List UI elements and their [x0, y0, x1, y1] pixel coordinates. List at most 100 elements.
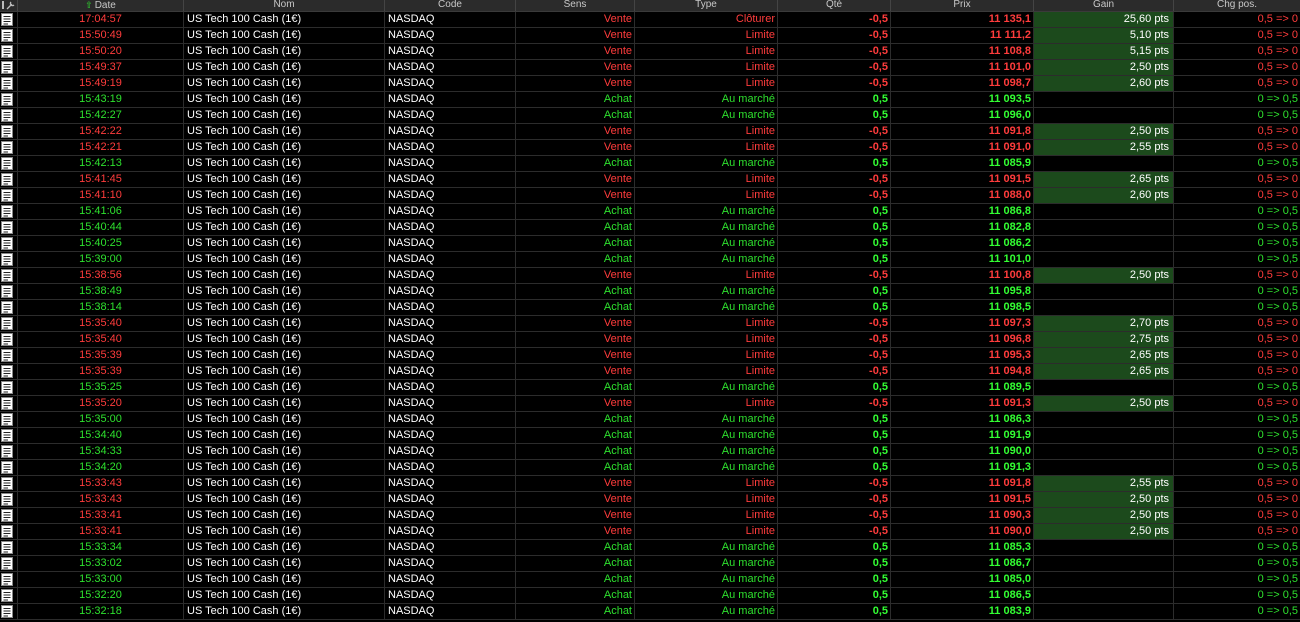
document-icon[interactable]: [1, 461, 13, 474]
table-row[interactable]: 15:35:39 US Tech 100 Cash (1€) NASDAQ Vente…: [0, 348, 1300, 364]
col-header-code[interactable]: Code: [385, 0, 516, 11]
document-icon[interactable]: [1, 381, 13, 394]
document-icon[interactable]: [1, 109, 13, 122]
table-row[interactable]: 15:38:14 US Tech 100 Cash (1€) NASDAQ Achat…: [0, 300, 1300, 316]
table-row[interactable]: 15:38:49 US Tech 100 Cash (1€) NASDAQ Achat…: [0, 284, 1300, 300]
document-icon[interactable]: [1, 605, 13, 618]
order-detail-icon-cell[interactable]: [0, 476, 18, 491]
table-row[interactable]: 15:40:44 US Tech 100 Cash (1€) NASDAQ Achat…: [0, 220, 1300, 236]
column-settings-header[interactable]: [0, 0, 18, 11]
document-icon[interactable]: [1, 557, 13, 570]
order-detail-icon-cell[interactable]: [0, 76, 18, 91]
order-detail-icon-cell[interactable]: [0, 572, 18, 587]
document-icon[interactable]: [1, 237, 13, 250]
table-row[interactable]: 15:41:45 US Tech 100 Cash (1€) NASDAQ Vente…: [0, 172, 1300, 188]
order-detail-icon-cell[interactable]: [0, 604, 18, 619]
document-icon[interactable]: [1, 269, 13, 282]
table-row[interactable]: 15:33:34 US Tech 100 Cash (1€) NASDAQ Achat…: [0, 540, 1300, 556]
table-row[interactable]: 15:33:41 US Tech 100 Cash (1€) NASDAQ Vente…: [0, 508, 1300, 524]
table-row[interactable]: 15:34:40 US Tech 100 Cash (1€) NASDAQ Achat…: [0, 428, 1300, 444]
order-detail-icon-cell[interactable]: [0, 508, 18, 523]
order-detail-icon-cell[interactable]: [0, 236, 18, 251]
order-detail-icon-cell[interactable]: [0, 588, 18, 603]
order-detail-icon-cell[interactable]: [0, 108, 18, 123]
col-header-sens[interactable]: Sens: [516, 0, 635, 11]
order-detail-icon-cell[interactable]: [0, 332, 18, 347]
table-row[interactable]: 15:35:20 US Tech 100 Cash (1€) NASDAQ Vente…: [0, 396, 1300, 412]
document-icon[interactable]: [1, 541, 13, 554]
document-icon[interactable]: [1, 525, 13, 538]
document-icon[interactable]: [1, 445, 13, 458]
document-icon[interactable]: [1, 493, 13, 506]
order-detail-icon-cell[interactable]: [0, 12, 18, 27]
order-detail-icon-cell[interactable]: [0, 268, 18, 283]
order-detail-icon-cell[interactable]: [0, 188, 18, 203]
order-detail-icon-cell[interactable]: [0, 300, 18, 315]
col-header-qte[interactable]: Qté: [778, 0, 891, 11]
document-icon[interactable]: [1, 285, 13, 298]
document-icon[interactable]: [1, 253, 13, 266]
order-detail-icon-cell[interactable]: [0, 412, 18, 427]
document-icon[interactable]: [1, 477, 13, 490]
document-icon[interactable]: [1, 221, 13, 234]
order-detail-icon-cell[interactable]: [0, 124, 18, 139]
document-icon[interactable]: [1, 317, 13, 330]
document-icon[interactable]: [1, 573, 13, 586]
order-detail-icon-cell[interactable]: [0, 364, 18, 379]
table-row[interactable]: 17:04:57 US Tech 100 Cash (1€) NASDAQ Vente…: [0, 12, 1300, 28]
document-icon[interactable]: [1, 189, 13, 202]
order-detail-icon-cell[interactable]: [0, 60, 18, 75]
order-detail-icon-cell[interactable]: [0, 348, 18, 363]
table-row[interactable]: 15:32:18 US Tech 100 Cash (1€) NASDAQ Achat…: [0, 604, 1300, 620]
table-row[interactable]: 15:33:00 US Tech 100 Cash (1€) NASDAQ Achat…: [0, 572, 1300, 588]
order-detail-icon-cell[interactable]: [0, 460, 18, 475]
document-icon[interactable]: [1, 29, 13, 42]
col-header-chg-pos[interactable]: Chg pos.: [1174, 0, 1300, 11]
document-icon[interactable]: [1, 157, 13, 170]
order-detail-icon-cell[interactable]: [0, 396, 18, 411]
document-icon[interactable]: [1, 125, 13, 138]
table-row[interactable]: 15:40:25 US Tech 100 Cash (1€) NASDAQ Achat…: [0, 236, 1300, 252]
col-header-gain[interactable]: Gain: [1034, 0, 1174, 11]
document-icon[interactable]: [1, 93, 13, 106]
order-detail-icon-cell[interactable]: [0, 556, 18, 571]
table-row[interactable]: 15:33:41 US Tech 100 Cash (1€) NASDAQ Vente…: [0, 524, 1300, 540]
order-detail-icon-cell[interactable]: [0, 252, 18, 267]
document-icon[interactable]: [1, 301, 13, 314]
table-row[interactable]: 15:49:37 US Tech 100 Cash (1€) NASDAQ Vente…: [0, 60, 1300, 76]
table-row[interactable]: 15:42:22 US Tech 100 Cash (1€) NASDAQ Vente…: [0, 124, 1300, 140]
document-icon[interactable]: [1, 333, 13, 346]
table-row[interactable]: 15:39:00 US Tech 100 Cash (1€) NASDAQ Achat…: [0, 252, 1300, 268]
order-detail-icon-cell[interactable]: [0, 140, 18, 155]
order-detail-icon-cell[interactable]: [0, 92, 18, 107]
table-row[interactable]: 15:50:20 US Tech 100 Cash (1€) NASDAQ Vente…: [0, 44, 1300, 60]
document-icon[interactable]: [1, 397, 13, 410]
table-row[interactable]: 15:42:21 US Tech 100 Cash (1€) NASDAQ Vente…: [0, 140, 1300, 156]
table-row[interactable]: 15:38:56 US Tech 100 Cash (1€) NASDAQ Vente…: [0, 268, 1300, 284]
table-row[interactable]: 15:35:40 US Tech 100 Cash (1€) NASDAQ Vente…: [0, 316, 1300, 332]
col-header-nom[interactable]: Nom: [184, 0, 385, 11]
table-row[interactable]: 15:41:06 US Tech 100 Cash (1€) NASDAQ Achat…: [0, 204, 1300, 220]
table-row[interactable]: 15:49:19 US Tech 100 Cash (1€) NASDAQ Vente…: [0, 76, 1300, 92]
order-detail-icon-cell[interactable]: [0, 428, 18, 443]
table-row[interactable]: 15:34:20 US Tech 100 Cash (1€) NASDAQ Achat…: [0, 460, 1300, 476]
order-detail-icon-cell[interactable]: [0, 172, 18, 187]
table-row[interactable]: 15:33:43 US Tech 100 Cash (1€) NASDAQ Vente…: [0, 492, 1300, 508]
table-row[interactable]: 15:50:49 US Tech 100 Cash (1€) NASDAQ Vente…: [0, 28, 1300, 44]
table-row[interactable]: 15:33:43 US Tech 100 Cash (1€) NASDAQ Vente…: [0, 476, 1300, 492]
col-header-prix[interactable]: Prix: [891, 0, 1034, 11]
table-row[interactable]: 15:35:25 US Tech 100 Cash (1€) NASDAQ Achat…: [0, 380, 1300, 396]
order-detail-icon-cell[interactable]: [0, 220, 18, 235]
order-detail-icon-cell[interactable]: [0, 284, 18, 299]
table-row[interactable]: 15:41:10 US Tech 100 Cash (1€) NASDAQ Vente…: [0, 188, 1300, 204]
table-row[interactable]: 15:34:33 US Tech 100 Cash (1€) NASDAQ Achat…: [0, 444, 1300, 460]
document-icon[interactable]: [1, 141, 13, 154]
table-row[interactable]: 15:42:27 US Tech 100 Cash (1€) NASDAQ Achat…: [0, 108, 1300, 124]
document-icon[interactable]: [1, 173, 13, 186]
order-detail-icon-cell[interactable]: [0, 28, 18, 43]
document-icon[interactable]: [1, 509, 13, 522]
table-row[interactable]: 15:35:00 US Tech 100 Cash (1€) NASDAQ Achat…: [0, 412, 1300, 428]
order-detail-icon-cell[interactable]: [0, 492, 18, 507]
document-icon[interactable]: [1, 365, 13, 378]
document-icon[interactable]: [1, 205, 13, 218]
